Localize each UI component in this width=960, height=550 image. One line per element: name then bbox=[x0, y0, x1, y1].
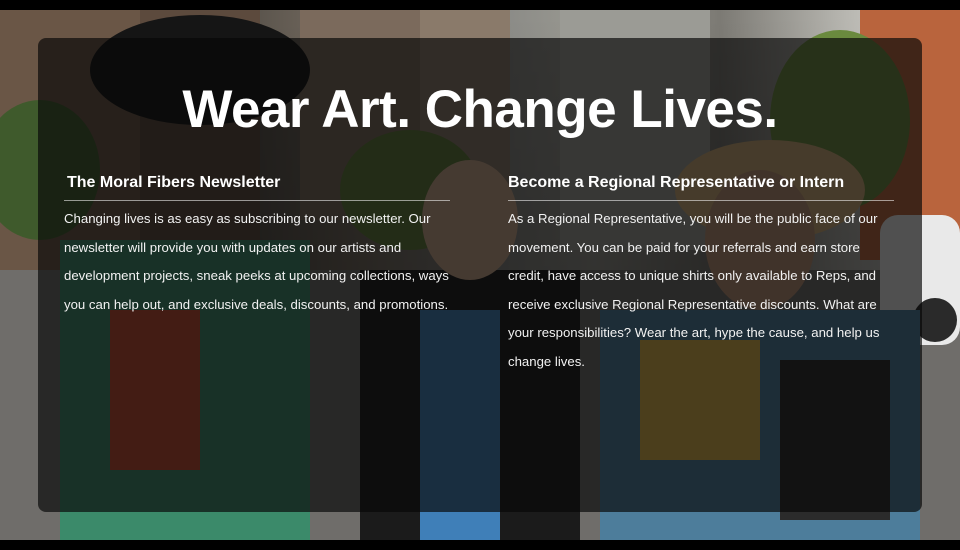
representative-title: Become a Regional Representative or Inte… bbox=[508, 172, 894, 201]
bottom-letterbox-bar bbox=[0, 540, 960, 550]
page-headline: Wear Art. Change Lives. bbox=[182, 80, 778, 139]
newsletter-description: Changing lives is as easy as subscribing… bbox=[64, 211, 449, 312]
page-stage: Wear Art. Change Lives. The Moral Fibers… bbox=[0, 0, 960, 550]
newsletter-section: The Moral Fibers Newsletter Changing liv… bbox=[64, 172, 450, 319]
representative-description: As a Regional Representative, you will b… bbox=[508, 211, 880, 369]
top-letterbox-bar bbox=[0, 0, 960, 10]
newsletter-title: The Moral Fibers Newsletter bbox=[64, 172, 450, 201]
representative-section: Become a Regional Representative or Inte… bbox=[508, 172, 894, 376]
